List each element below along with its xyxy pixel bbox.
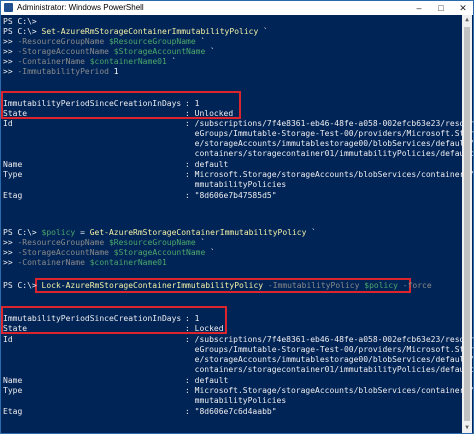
powershell-icon (4, 3, 13, 12)
property-value: : 1 (185, 314, 200, 323)
continuation-prompt: >> (3, 37, 18, 46)
line-continuation: ` (205, 248, 215, 257)
console-line: >> -ImmutabilityPeriod 1 (3, 67, 119, 77)
prompt: PS C:\> (3, 27, 42, 36)
parameter: -ResourceGroupName (17, 238, 109, 247)
property-value: : /subscriptions/7f4e8361-eb46-48fe-a058… (185, 335, 474, 344)
property-label: Type (3, 386, 23, 395)
property-value: eGroups/Immutable-Storage-Test-00/provid… (185, 129, 474, 138)
vertical-scrollbar[interactable]: ▲ ▼ (462, 15, 472, 433)
property-value: e/storageAccounts/immutablestorage00/blo… (185, 355, 474, 364)
parameter: -ContainerName (17, 258, 90, 267)
property-label: Type (3, 170, 23, 179)
continuation-prompt: >> (3, 238, 18, 247)
continuation-prompt: >> (3, 248, 18, 257)
parameter: -ContainerName (17, 57, 90, 66)
property-label: Id (3, 335, 13, 344)
console-output[interactable]: PS C:\> PS C:\> Set-AzureRmStorageContai… (1, 15, 474, 433)
parameter: -ResourceGroupName (17, 37, 109, 46)
console-line: PS C:\> Lock-AzureRmStorageContainerImmu… (3, 281, 432, 291)
property-value: mmutabilityPolicies (185, 396, 287, 405)
prompt: PS C:\> (3, 228, 42, 237)
scroll-down-arrow-icon[interactable]: ▼ (462, 423, 472, 433)
console-line: >> -ResourceGroupName $ResourceGroupName… (3, 37, 205, 47)
console-line: >> -ContainerName $containerName01 ` (3, 57, 176, 67)
operator: = (75, 228, 90, 237)
variable: $StorageAccountName (113, 248, 206, 257)
close-button[interactable]: ✕ (453, 1, 473, 15)
property-label: ImmutabilityPeriodSinceCreationInDays (3, 99, 182, 108)
line-continuation: ` (205, 47, 215, 56)
property-label: Id (3, 119, 13, 128)
continuation-prompt: >> (3, 57, 18, 66)
property-label: State (3, 109, 28, 118)
maximize-button[interactable]: □ (431, 1, 451, 15)
variable: $containerName01 (89, 258, 167, 267)
property-value: containers/storagecontainer01/immutabili… (185, 365, 474, 374)
variable: $containerName01 (89, 57, 167, 66)
state-value-locked: : Locked (185, 324, 224, 333)
line-continuation: ` (195, 37, 206, 46)
console-line: >> -StorageAccountName $StorageAccountNa… (3, 248, 215, 258)
continuation-prompt: >> (3, 47, 18, 56)
variable: $policy (41, 228, 76, 237)
parameter: -force (397, 281, 432, 290)
console-line: >> -StorageAccountName $StorageAccountNa… (3, 47, 215, 57)
console-line: >> -ContainerName $containerName01 (3, 258, 167, 268)
line-continuation: ` (195, 238, 206, 247)
prompt: PS C:\> (3, 17, 37, 26)
console-line: PS C:\> $policy = Get-AzureRmStorageCont… (3, 228, 316, 238)
cmdlet: Set-AzureRmStorageContainerImmutabilityP… (41, 27, 259, 36)
title-bar[interactable]: Administrator: Windows PowerShell – □ ✕ (1, 1, 473, 15)
line-continuation: ` (166, 57, 177, 66)
property-value: : "8d606e7c6d4aabb" (185, 407, 277, 416)
property-value: : Microsoft.Storage/storageAccounts/blob… (185, 386, 474, 395)
property-value: eGroups/Immutable-Storage-Test-00/provid… (185, 345, 474, 354)
property-label: State (3, 324, 28, 333)
line-continuation: ` (306, 228, 317, 237)
property-value: : Microsoft.Storage/storageAccounts/blob… (185, 170, 474, 179)
prompt: PS C:\> (3, 281, 42, 290)
property-value: e/storageAccounts/immutablestorage00/blo… (185, 139, 474, 148)
cmdlet: Lock-AzureRmStorageContainerImmutability… (41, 281, 264, 290)
variable: $StorageAccountName (113, 47, 206, 56)
property-label: Etag (3, 191, 23, 200)
console-line: >> -ResourceGroupName $ResourceGroupName… (3, 238, 205, 248)
property-value: : /subscriptions/7f4e8361-eb46-48fe-a058… (185, 119, 474, 128)
continuation-prompt: >> (3, 67, 18, 76)
number-literal: 1 (113, 67, 119, 76)
property-value: : default (185, 160, 229, 169)
parameter: -StorageAccountName (17, 248, 114, 257)
scrollbar-thumb[interactable] (464, 27, 470, 421)
state-value-unlocked: : Unlocked (185, 109, 234, 118)
property-value: : "8d606e7b47585d5" (185, 191, 277, 200)
continuation-prompt: >> (3, 258, 18, 267)
parameter: -StorageAccountName (17, 47, 114, 56)
parameter: -ImmutabilityPeriod (17, 67, 114, 76)
property-value: : 1 (185, 99, 200, 108)
powershell-window: Administrator: Windows PowerShell – □ ✕ … (0, 0, 474, 434)
console-line: PS C:\> (3, 17, 37, 27)
window-title: Administrator: Windows PowerShell (17, 3, 144, 12)
property-label: ImmutabilityPeriodSinceCreationInDays (3, 314, 182, 323)
property-label: Name (3, 376, 23, 385)
property-value: mmutabilityPolicies (185, 180, 287, 189)
property-label: Name (3, 160, 23, 169)
scroll-up-arrow-icon[interactable]: ▲ (462, 15, 472, 25)
parameter: -ImmutabilityPolicy (263, 281, 365, 290)
minimize-button[interactable]: – (409, 1, 429, 15)
cmdlet: Get-AzureRmStorageContainerImmutabilityP… (89, 228, 307, 237)
line-continuation: ` (258, 27, 268, 36)
variable: $ResourceGroupName (108, 37, 196, 46)
variable: $policy (364, 281, 398, 290)
property-label: Etag (3, 407, 23, 416)
console-line: PS C:\> Set-AzureRmStorageContainerImmut… (3, 27, 268, 37)
property-value: containers/storagecontainer01/immutabili… (185, 149, 474, 158)
property-value: : default (185, 376, 229, 385)
variable: $ResourceGroupName (108, 238, 196, 247)
